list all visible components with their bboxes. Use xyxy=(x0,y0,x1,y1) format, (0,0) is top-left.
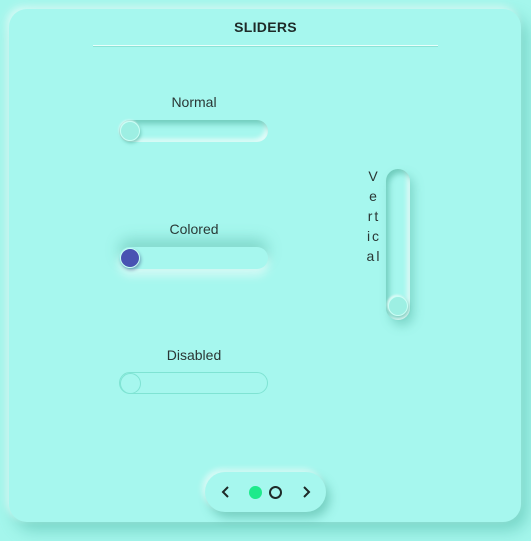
title-divider xyxy=(93,45,438,46)
vertical-slider-thumb[interactable] xyxy=(388,296,408,316)
vertical-slider-label: Vertical xyxy=(366,168,382,264)
page-dot-1[interactable] xyxy=(249,486,262,499)
colored-slider-track[interactable] xyxy=(119,247,268,269)
disabled-slider-track xyxy=(119,372,268,394)
page-dot-2[interactable] xyxy=(269,486,282,499)
normal-slider-label: Normal xyxy=(171,94,217,110)
page-navigator xyxy=(205,472,326,512)
normal-slider-track[interactable] xyxy=(119,120,268,142)
disabled-slider-label: Disabled xyxy=(166,347,222,363)
page: SLIDERS Normal Colored Disabled Vertical xyxy=(0,0,531,541)
colored-slider-label: Colored xyxy=(169,221,219,237)
page-title: SLIDERS xyxy=(234,19,297,35)
chevron-left-icon[interactable] xyxy=(220,485,232,499)
normal-slider-thumb[interactable] xyxy=(120,121,140,141)
vertical-slider-track[interactable] xyxy=(386,169,410,320)
colored-slider-thumb[interactable] xyxy=(120,248,140,268)
chevron-right-icon[interactable] xyxy=(300,485,312,499)
disabled-slider-thumb xyxy=(120,373,141,394)
